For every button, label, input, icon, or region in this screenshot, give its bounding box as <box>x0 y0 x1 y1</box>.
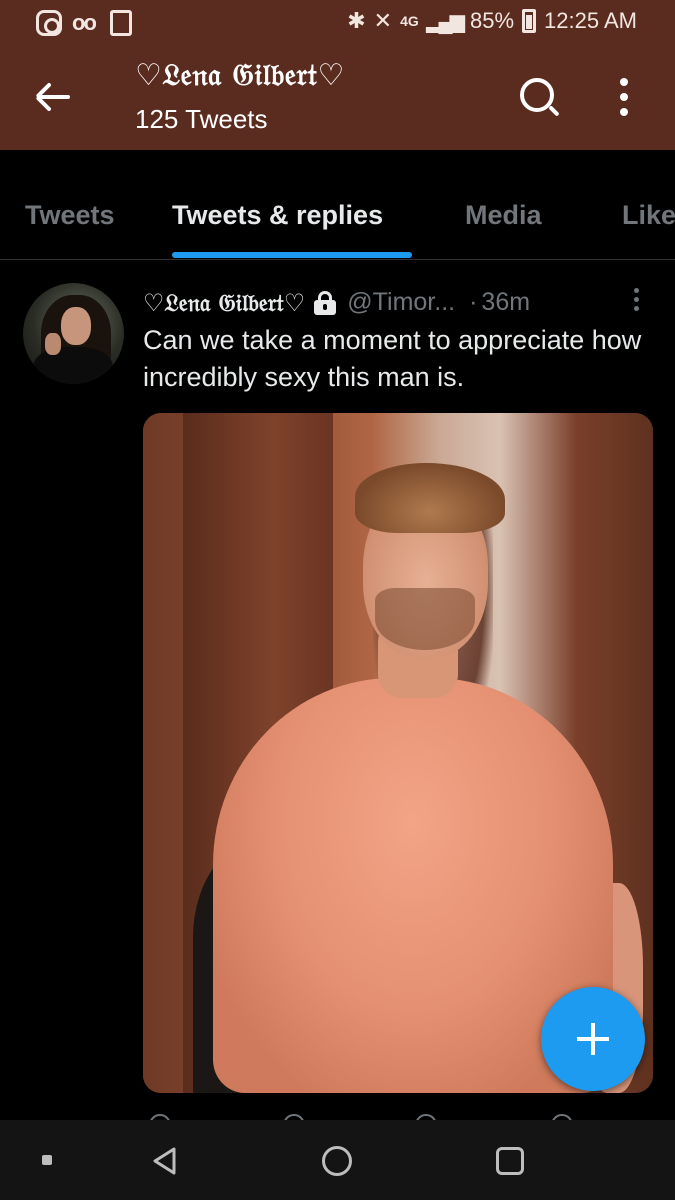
more-options-icon[interactable] <box>614 78 636 118</box>
tweet-timestamp[interactable]: 36m <box>481 288 530 317</box>
separator-dot: · <box>469 287 478 316</box>
status-bar-left-icons: oo <box>36 9 132 37</box>
tweet-author-handle[interactable]: @Timor... <box>347 288 455 317</box>
nav-back-icon[interactable] <box>150 1146 180 1176</box>
compose-tweet-button[interactable] <box>541 987 645 1091</box>
battery-icon <box>522 9 537 33</box>
tweet-text: Can we take a moment to appreciate how i… <box>143 325 642 392</box>
nav-recents-icon[interactable] <box>496 1147 524 1175</box>
search-icon[interactable] <box>518 78 560 120</box>
system-navigation-bar <box>0 1120 675 1200</box>
signal-icon: ▂▄▆ <box>426 10 465 33</box>
tab-likes[interactable]: Likes <box>622 200 675 231</box>
tweet-author-name[interactable]: ♡𝔏𝔢𝔫𝔞 𝔊𝔦𝔩𝔟𝔢𝔯𝔱♡ <box>143 288 305 317</box>
tweet-header: ♡𝔏𝔢𝔫𝔞 𝔊𝔦𝔩𝔟𝔢𝔯𝔱♡ @Timor... · 36m <box>143 284 530 320</box>
mute-icon: ✕ <box>373 8 393 33</box>
tab-media[interactable]: Media <box>465 200 542 231</box>
instagram-icon <box>36 10 62 36</box>
status-bar-right: ✱ ✕ 4G ▂▄▆ 85% 12:25 AM <box>347 8 637 34</box>
lock-icon <box>313 289 337 315</box>
profile-name-title: ♡𝔏𝔢𝔫𝔞 𝔊𝔦𝔩𝔟𝔢𝔯𝔱♡ <box>135 58 345 93</box>
status-bar: oo ✱ ✕ 4G ▂▄▆ 85% 12:25 AM <box>0 0 675 46</box>
tab-tweets[interactable]: Tweets <box>25 200 115 231</box>
tweet-more-icon[interactable] <box>632 288 642 312</box>
voicemail-icon: oo <box>72 10 97 35</box>
back-arrow-icon[interactable] <box>32 74 76 118</box>
network-type: 4G <box>400 13 419 29</box>
notification-icon <box>110 10 132 36</box>
nav-home-icon[interactable] <box>322 1146 352 1176</box>
profile-header: ♡𝔏𝔢𝔫𝔞 𝔊𝔦𝔩𝔟𝔢𝔯𝔱♡ 125 Tweets <box>0 46 675 150</box>
avatar[interactable] <box>23 283 124 384</box>
battery-percent: 85% <box>470 8 515 33</box>
keyboard-indicator-icon <box>42 1155 52 1165</box>
bluetooth-icon: ✱ <box>347 8 366 33</box>
tweet-count: 125 Tweets <box>135 104 268 134</box>
active-tab-indicator <box>172 252 412 258</box>
clock: 12:25 AM <box>544 8 637 33</box>
tab-tweets-and-replies[interactable]: Tweets & replies <box>172 200 383 231</box>
profile-tabs: Tweets Tweets & replies Media Likes <box>0 150 675 260</box>
